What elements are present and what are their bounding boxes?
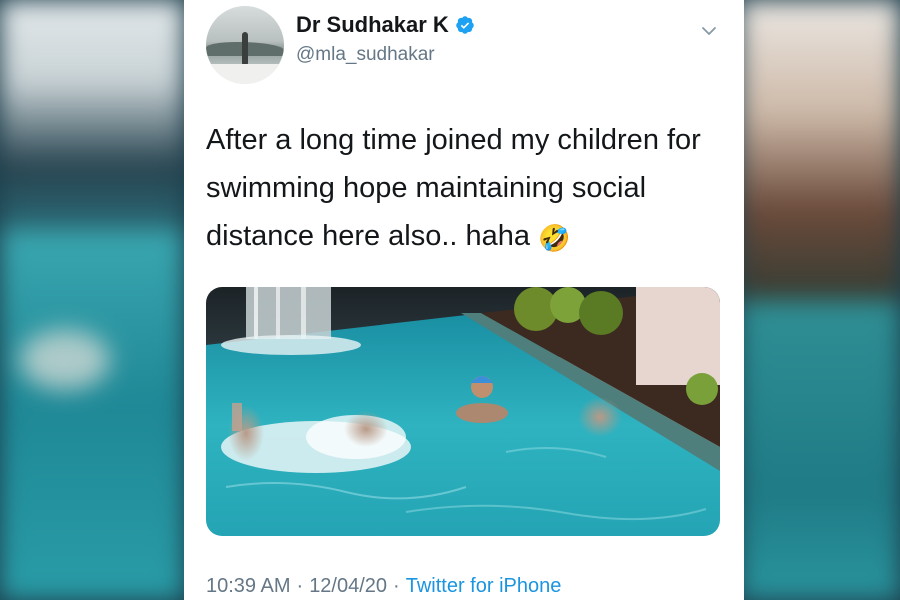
tweet-date[interactable]: 12/04/20 xyxy=(309,575,387,598)
tweet-source-link[interactable]: Twitter for iPhone xyxy=(406,575,562,598)
verified-badge-icon xyxy=(456,16,474,34)
chevron-down-icon[interactable] xyxy=(700,22,718,40)
meta-separator: · xyxy=(393,575,400,597)
tweet-time[interactable]: 10:39 AM xyxy=(206,575,291,598)
tweet-card: Dr Sudhakar K @mla_sudhakar After a long… xyxy=(184,0,744,600)
rofl-emoji-icon: 🤣 xyxy=(538,223,571,253)
tweet-text: After a long time joined my children for… xyxy=(206,116,726,262)
author-handle[interactable]: @mla_sudhakar xyxy=(296,44,435,66)
blurred-background-right xyxy=(740,0,900,600)
author-display-name[interactable]: Dr Sudhakar K xyxy=(296,12,449,38)
tweet-metadata: 10:39 AM · 12/04/20 · Twitter for iPhone xyxy=(206,575,561,598)
swimming-pool-photo xyxy=(206,287,720,536)
avatar[interactable] xyxy=(206,6,284,84)
tweet-photo[interactable] xyxy=(206,287,720,536)
blurred-background-left xyxy=(0,0,184,600)
tweet-body: After a long time joined my children for… xyxy=(206,124,701,252)
author-name-row: Dr Sudhakar K xyxy=(296,12,475,38)
meta-separator: · xyxy=(296,575,304,597)
